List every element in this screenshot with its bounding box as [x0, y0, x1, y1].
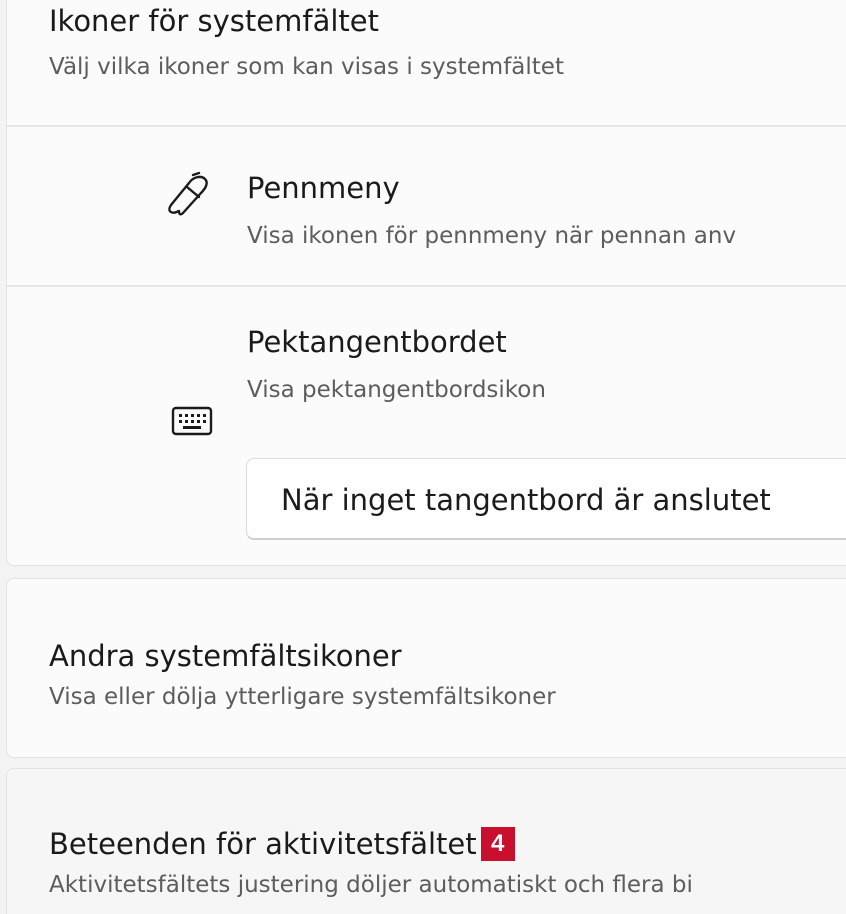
- pen-menu-title: Pennmeny: [247, 171, 400, 205]
- taskbar-icons-subtitle: Välj vilka ikoner som kan visas i system…: [49, 54, 564, 80]
- behaviors-title: Beteenden för aktivitetsfältet: [49, 827, 477, 861]
- other-icons-title: Andra systemfältsikoner: [49, 639, 402, 673]
- behaviors-title-row: Beteenden för aktivitetsfältet 4: [49, 826, 515, 862]
- behaviors-subtitle: Aktivitetsfältets justering döljer autom…: [49, 872, 693, 898]
- taskbar-icons-title[interactable]: Ikoner för systemfältet: [49, 3, 379, 39]
- pen-icon: [168, 171, 208, 216]
- divider: [7, 125, 846, 127]
- taskbar-behaviors-card[interactable]: Beteenden för aktivitetsfältet 4 Aktivite…: [6, 768, 846, 914]
- dropdown-selected-value: När inget tangentbord är anslutet: [281, 483, 771, 517]
- settings-page: Ikoner för systemfältet Välj vilka ikone…: [0, 0, 846, 914]
- other-taskbar-icons-card[interactable]: Andra systemfältsikoner Visa eller dölja…: [6, 578, 846, 758]
- other-icons-subtitle: Visa eller dölja ytterligare systemfälts…: [49, 684, 556, 710]
- touch-keyboard-subtitle: Visa pektangentbordsikon: [247, 377, 546, 403]
- pen-menu-subtitle: Visa ikonen för pennmeny när pennan anv: [247, 223, 737, 249]
- touch-keyboard-title: Pektangentbordet: [247, 325, 507, 359]
- callout-badge: 4: [480, 827, 515, 861]
- keyboard-icon: [171, 406, 213, 436]
- touch-keyboard-dropdown[interactable]: När inget tangentbord är anslutet: [246, 458, 846, 540]
- divider: [7, 285, 846, 287]
